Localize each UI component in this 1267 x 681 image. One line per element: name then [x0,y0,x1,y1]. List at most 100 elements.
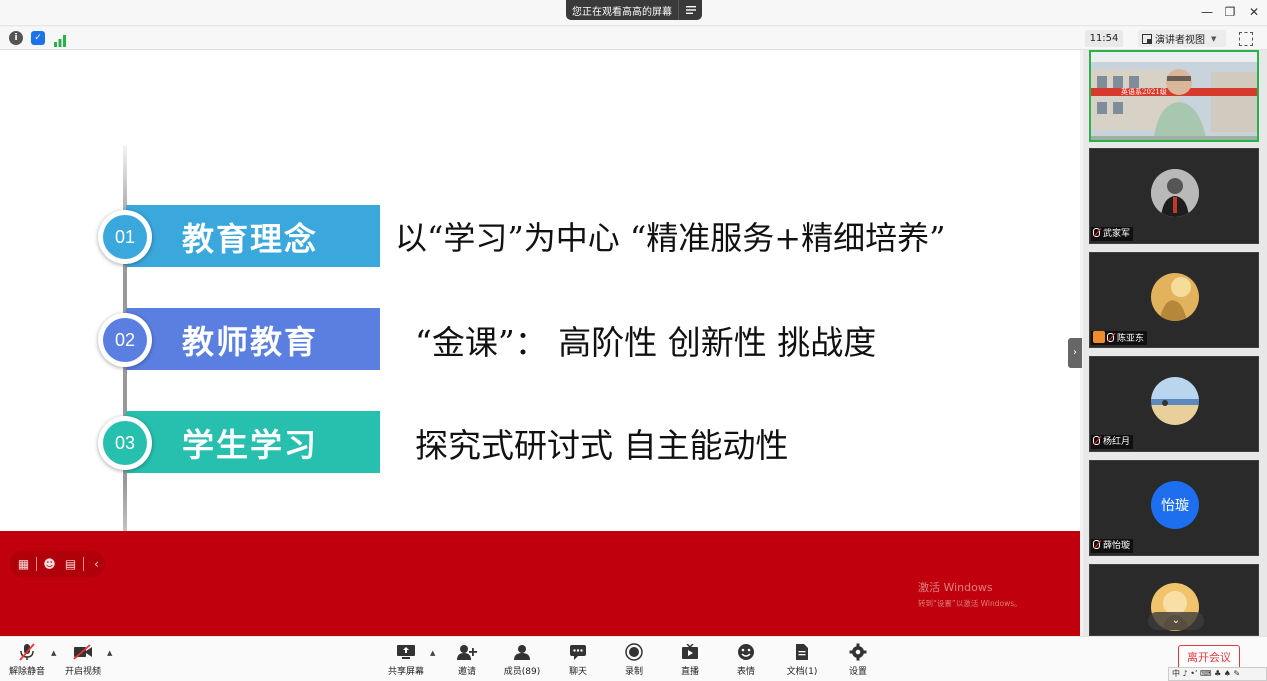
avatar: 怡璇 [1151,481,1199,529]
panel-collapse-handle[interactable]: › [1068,338,1082,368]
share-screen-button[interactable]: 共享屏幕 [381,641,431,679]
chevron-up-icon[interactable]: ▲ [430,649,435,657]
participant-panel: 英语系2021级 高高 武家军 陈亚东 [1083,50,1267,636]
document-icon [792,643,812,661]
chat-button[interactable]: 聊天 [553,641,603,679]
shared-slide: 01 教育理念 以“学习”为中心 “精准服务+精细培养” 02 教师教育 “金课… [0,50,1080,636]
row-description: 以“学习”为中心 “精准服务+精细培养” [395,219,946,257]
watermark-title: 激活 Windows [918,581,993,594]
participant-name: 杨红月 [1103,437,1131,447]
signal-icon[interactable] [53,32,67,47]
mic-muted-icon [1093,540,1100,549]
speaker-view-icon [1142,33,1152,44]
mic-muted-icon [1093,436,1100,445]
shield-icon[interactable]: ✓ [31,31,45,45]
meeting-clock: 11:54 [1085,30,1123,47]
watermark-subtitle: 转到“设置”以激活 Windows。 [918,599,1022,608]
scroll-down-button[interactable]: ⌄ [1148,612,1204,630]
row-label: 教育理念 [182,220,319,258]
ime-toolbar[interactable]: 中 ♪ •ʼ ⌨ ♣ ♠ ✎ [1168,667,1267,681]
minimize-button[interactable]: — [1199,4,1215,20]
row-number: 01 [103,215,147,259]
view-mode-dropdown[interactable]: 演讲者视图 ▼ [1138,30,1226,47]
members-button[interactable]: 成员(89) [497,641,547,679]
chat-icon [568,643,588,661]
host-badge-icon [1093,331,1105,343]
participant-tile[interactable]: 杨红月 [1089,356,1259,452]
fullscreen-icon[interactable] [1239,32,1253,46]
active-speaker-tile[interactable]: 英语系2021级 高高 [1089,50,1259,142]
chevron-up-icon[interactable]: ▲ [51,649,56,657]
share-screen-label: 共享屏幕 [387,667,424,677]
collapse-left-icon[interactable]: ‹ [88,556,105,572]
row-number: 02 [103,318,147,362]
start-video-label: 开启视频 [64,667,101,677]
keyboard-icon[interactable]: ▤ [62,556,79,572]
row-description: “金课”： 高阶性 创新性 挑战度 [415,323,877,362]
row-label: 教师教育 [182,323,319,361]
participant-nametag: 陈亚东 [1091,331,1148,345]
chevron-down-icon: ▼ [1211,34,1217,43]
title-bar: 您正在观看高高的屏幕 — ❐ ✕ [0,0,1267,26]
share-menu-icon[interactable] [678,0,702,20]
documents-button[interactable]: 文档(1) [777,641,827,679]
view-mode-label: 演讲者视图 [1155,35,1205,46]
restore-button[interactable]: ❐ [1222,4,1238,20]
record-label: 录制 [624,667,643,677]
members-icon [512,643,532,661]
share-banner-text: 您正在观看高高的屏幕 [572,6,672,18]
emoji-icon[interactable]: ☻ [41,556,58,572]
members-label: 成员(89) [503,667,541,677]
participant-nametag: 武家军 [1091,227,1134,241]
chat-label: 聊天 [568,667,587,677]
settings-button[interactable]: 设置 [833,641,883,679]
close-button[interactable]: ✕ [1246,4,1262,20]
row-number: 03 [103,421,147,465]
banner-text: 英语系2021级 [1121,87,1167,96]
screen-share-banner[interactable]: 您正在观看高高的屏幕 [566,0,702,20]
avatar [1151,377,1199,425]
start-video-button[interactable]: 开启视频 [58,641,108,679]
mic-muted-icon [17,643,37,661]
grid-icon[interactable]: ▦ [15,556,32,572]
divider [83,557,84,571]
unmute-button[interactable]: 解除静音 [2,641,52,679]
windows-activation-watermark: 激活 Windows 转到“设置”以激活 Windows。 [918,579,1022,609]
invite-label: 邀请 [457,667,476,677]
record-icon [624,643,644,661]
participant-tile[interactable]: 陈亚东 [1089,252,1259,348]
row-number-badge: 03 [98,416,152,470]
live-label: 直播 [680,667,699,677]
participant-tile[interactable]: 怡璇 薛怡璇 [1089,460,1259,556]
annotation-toolbar[interactable]: ▦ ☻ ▤ ‹ [10,551,105,577]
info-bar: i ✓ 11:54 演讲者视图 ▼ [0,27,1267,50]
row-label: 学生学习 [182,426,319,464]
reactions-button[interactable]: 表情 [721,641,771,679]
unmute-label: 解除静音 [8,667,45,677]
invite-button[interactable]: 邀请 [442,641,492,679]
gear-icon [848,643,868,661]
participant-tile[interactable]: 武家军 [1089,148,1259,244]
documents-label: 文档(1) [786,667,818,677]
participant-name: 薛怡璇 [1103,541,1131,551]
participant-name: 武家军 [1103,229,1131,239]
live-button[interactable]: 直播 [665,641,715,679]
settings-label: 设置 [848,667,867,677]
record-button[interactable]: 录制 [609,641,659,679]
camera-off-icon [73,643,93,661]
row-description: 探究式研讨式 自主能动性 [415,426,789,465]
mic-muted-icon [1107,333,1114,342]
avatar [1151,169,1199,217]
active-speaker-video: 英语系2021级 [1091,52,1257,140]
chevron-up-icon[interactable]: ▲ [107,649,112,657]
meeting-window: 您正在观看高高的屏幕 — ❐ ✕ i ✓ 11:54 演讲者视图 ▼ 01 教育… [0,0,1267,681]
meeting-toolbar: 解除静音 ▲ 开启视频 ▲ 共享屏幕 ▲ 邀请 成员(89) 聊天 录制 直播 … [0,636,1267,681]
mic-muted-icon [1093,228,1100,237]
divider [36,557,37,571]
row-number-badge: 01 [98,210,152,264]
info-icon[interactable]: i [9,31,23,45]
participant-nametag: 杨红月 [1091,435,1134,449]
avatar [1151,273,1199,321]
add-user-icon [457,643,477,661]
participant-name: 陈亚东 [1117,334,1145,344]
